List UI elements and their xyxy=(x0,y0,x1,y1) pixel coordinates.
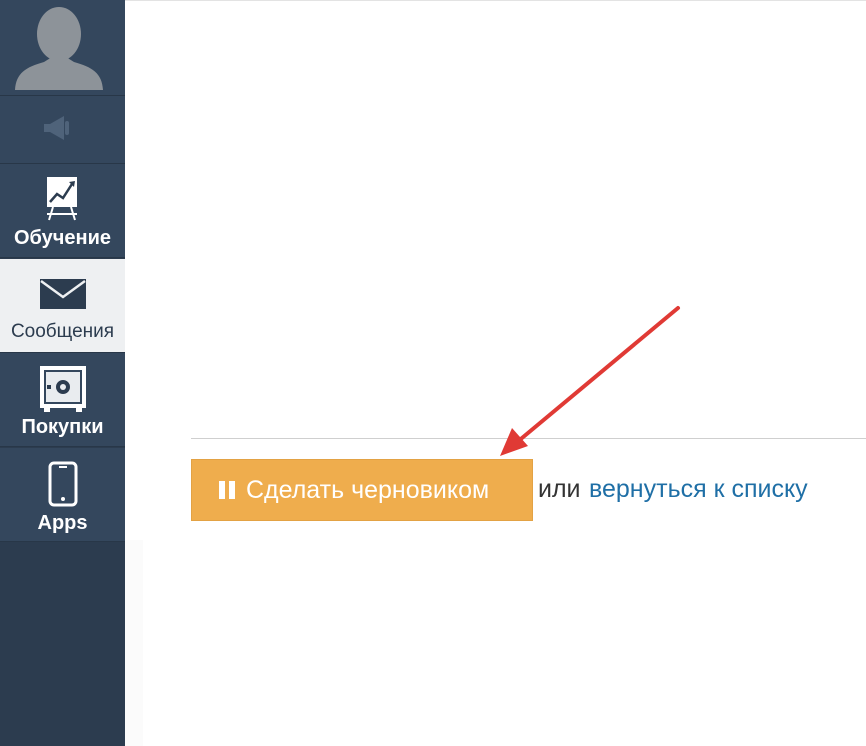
smartphone-icon xyxy=(0,448,125,514)
or-text: или xyxy=(538,475,581,503)
megaphone-icon xyxy=(44,116,69,140)
avatar[interactable] xyxy=(0,0,125,96)
content-gutter xyxy=(125,540,143,746)
envelope-icon xyxy=(0,259,125,325)
sound-toggle[interactable] xyxy=(0,96,125,164)
annotation-arrow-icon xyxy=(500,306,680,456)
back-to-list-link[interactable]: вернуться к списку xyxy=(589,475,808,504)
user-silhouette-icon xyxy=(15,7,103,90)
content-top-border xyxy=(125,0,866,1)
make-draft-button-label: Сделать черновиком xyxy=(246,476,490,504)
sidebar-item-label: Apps xyxy=(37,512,88,534)
make-draft-button[interactable]: Сделать черновиком xyxy=(191,459,533,521)
pause-icon xyxy=(219,481,235,499)
sidebar-item-apps[interactable]: Apps xyxy=(0,448,125,542)
sidebar-item-learning[interactable]: Обучение xyxy=(0,164,125,258)
presentation-chart-icon xyxy=(0,164,125,230)
sidebar: Обучение Сообщения Покупки Apps xyxy=(0,0,125,746)
sidebar-item-label: Обучение xyxy=(13,227,111,249)
sidebar-item-label: Покупки xyxy=(21,416,104,438)
sidebar-item-messages[interactable]: Сообщения xyxy=(0,259,125,353)
sidebar-item-purchases[interactable]: Покупки xyxy=(0,353,125,447)
sidebar-item-label: Сообщения xyxy=(10,321,115,342)
safe-icon xyxy=(0,353,125,419)
